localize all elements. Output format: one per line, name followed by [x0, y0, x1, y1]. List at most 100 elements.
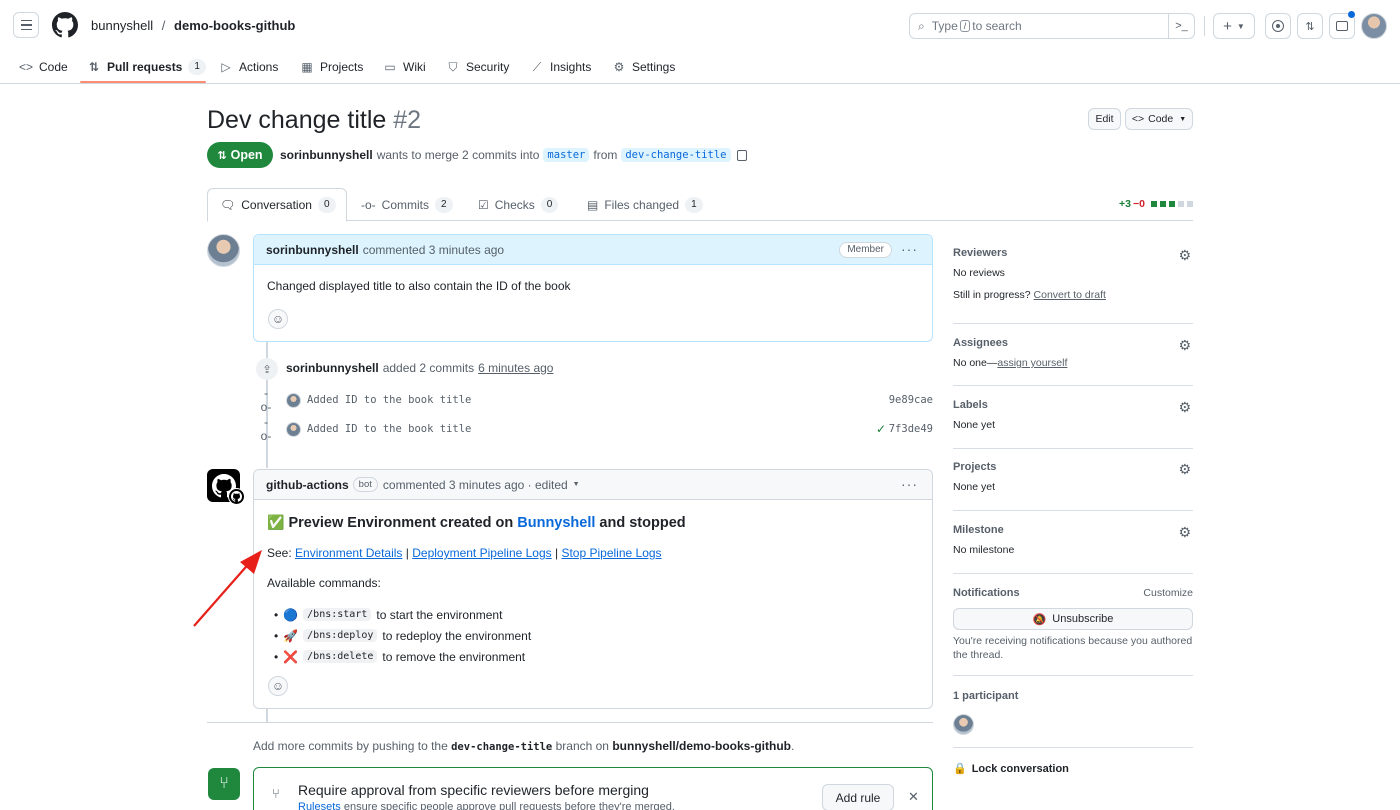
branch-name[interactable]: dev-change-title: [451, 741, 552, 753]
stop-pipeline-logs-link[interactable]: Stop Pipeline Logs: [561, 546, 661, 560]
gear-icon[interactable]: ⚙: [1178, 461, 1191, 478]
tab-commits[interactable]: -o- Commits 2: [361, 188, 453, 221]
base-branch[interactable]: master: [543, 148, 590, 162]
commit-message[interactable]: Added ID to the book title: [307, 423, 471, 435]
member-badge: Member: [839, 242, 892, 258]
create-new-button[interactable]: + ▼: [1213, 13, 1255, 39]
nav-pull-requests[interactable]: ⇅ Pull requests 1: [87, 50, 206, 84]
avatar[interactable]: [286, 421, 301, 437]
smiley-icon[interactable]: ☺: [268, 676, 288, 696]
repo-link[interactable]: bunnyshell/demo-books-github: [612, 739, 791, 753]
command-palette-icon[interactable]: >_: [1168, 14, 1194, 38]
comment-header: github-actions bot commented 3 minutes a…: [254, 470, 932, 500]
tab-checks[interactable]: ☑ Checks 0: [478, 188, 559, 221]
avatar[interactable]: [953, 714, 974, 735]
nav-code[interactable]: <> Code: [19, 50, 68, 84]
rocket-emoji-icon: 🚀: [283, 628, 299, 643]
gear-icon[interactable]: ⚙: [1178, 524, 1191, 541]
gear-icon[interactable]: ⚙: [1178, 247, 1191, 264]
head-branch[interactable]: dev-change-title: [621, 148, 731, 162]
kebab-horizontal-icon[interactable]: ···: [901, 241, 918, 257]
tab-files-changed[interactable]: ▤ Files changed 1: [587, 188, 703, 221]
copy-icon[interactable]: [736, 149, 747, 161]
close-icon[interactable]: ✕: [908, 789, 919, 805]
comment-author[interactable]: sorinbunnyshell: [266, 243, 359, 257]
nav-insights[interactable]: ⟋ Insights: [530, 50, 592, 84]
kebab-horizontal-icon[interactable]: ···: [901, 476, 918, 492]
edit-title-button[interactable]: Edit: [1088, 108, 1121, 130]
file-diff-icon: ▤: [587, 197, 599, 212]
diffstat: +3 −0: [1119, 198, 1193, 210]
event-time-link[interactable]: 6 minutes ago: [478, 361, 553, 375]
avatar[interactable]: [207, 234, 240, 267]
command-code: /bns:delete: [303, 650, 378, 663]
commands-list: • 🔵 /bns:start to start the environment …: [274, 604, 531, 667]
notifications-note: You're receiving notifications because y…: [953, 635, 1193, 661]
comment-author[interactable]: github-actions: [266, 478, 349, 492]
author-link[interactable]: sorinbunnyshell: [280, 148, 373, 162]
annotation-arrow-icon: [193, 550, 262, 627]
nav-settings[interactable]: ⚙ Settings: [612, 50, 676, 84]
sidebar-assignees: Assignees ⚙ No one—assign yourself: [953, 337, 1193, 386]
avatar[interactable]: [286, 392, 301, 408]
git-branch-icon: ⑂: [272, 786, 280, 801]
sidebar-participants: 1 participant: [953, 690, 1193, 748]
github-logo-icon[interactable]: [52, 12, 78, 38]
list-item: • 🔵 /bns:start to start the environment: [274, 607, 503, 622]
commit-sha[interactable]: 9e89cae: [889, 394, 933, 406]
diffstat-block: [1151, 201, 1157, 207]
bunnyshell-link[interactable]: Bunnyshell: [517, 515, 595, 531]
convert-to-draft-link[interactable]: Convert to draft: [1034, 289, 1106, 301]
pr-number: #2: [393, 106, 422, 134]
rulesets-link[interactable]: Rulesets: [298, 801, 341, 810]
gear-icon[interactable]: ⚙: [1178, 399, 1191, 416]
sidebar-milestone: Milestone ⚙ No milestone: [953, 524, 1193, 574]
lock-icon: 🔒: [953, 763, 967, 775]
gear-icon: ⚙: [613, 60, 625, 74]
deployment-pipeline-logs-link[interactable]: Deployment Pipeline Logs: [412, 546, 551, 560]
comment-meta[interactable]: commented 3 minutes ago: [363, 243, 504, 257]
checklist-icon: ☑: [478, 197, 489, 212]
customize-link[interactable]: Customize: [1143, 587, 1193, 599]
search-shortcut: /: [959, 20, 971, 32]
event-author[interactable]: sorinbunnyshell: [286, 361, 379, 375]
nav-actions[interactable]: ▷ Actions: [219, 50, 278, 84]
graph-icon: ⟋: [532, 59, 542, 74]
sidebar-labels: Labels ⚙ None yet: [953, 399, 1193, 449]
merge-box-title: Require approval from specific reviewers…: [298, 782, 649, 798]
user-avatar[interactable]: [1361, 13, 1387, 39]
smiley-icon[interactable]: ☺: [268, 309, 288, 329]
add-rule-button[interactable]: Add rule: [822, 784, 894, 810]
list-item: • ❌ /bns:delete to remove the environmen…: [274, 649, 526, 664]
tab-conversation[interactable]: 🗨 Conversation 0: [207, 188, 347, 222]
code-dropdown-button[interactable]: <> Code ▼: [1125, 108, 1193, 130]
git-commit-icon: -o-: [260, 386, 272, 414]
commit-row: -o- Added ID to the book title ✓ 7f3de49: [259, 415, 933, 443]
command-code: /bns:deploy: [303, 629, 378, 642]
github-logo-icon: [231, 491, 242, 502]
lock-conversation-button[interactable]: 🔒 Lock conversation: [953, 762, 1069, 776]
owner-link[interactable]: bunnyshell: [91, 18, 153, 33]
nav-projects[interactable]: ▦ Projects: [300, 50, 363, 84]
comment-meta[interactable]: commented 3 minutes ago · edited: [383, 478, 568, 492]
commit-message[interactable]: Added ID to the book title: [307, 394, 471, 406]
comment-header: sorinbunnyshell commented 3 minutes ago …: [254, 235, 932, 265]
issues-button[interactable]: [1265, 13, 1291, 39]
chevron-down-icon[interactable]: ▼: [573, 481, 580, 488]
header-divider: [1204, 16, 1205, 36]
environment-details-link[interactable]: Environment Details: [295, 546, 402, 560]
timeline-divider: [207, 722, 933, 723]
nav-wiki[interactable]: ▭ Wiki: [383, 50, 425, 84]
repo-link[interactable]: demo-books-github: [174, 18, 295, 33]
timeline-line: [266, 709, 268, 722]
sidebar-projects: Projects ⚙ None yet: [953, 461, 1193, 511]
search-input[interactable]: ⌕ Type / to search >_: [909, 13, 1195, 39]
nav-security[interactable]: ⛉ Security: [446, 50, 509, 84]
check-icon[interactable]: ✓: [876, 422, 886, 436]
menu-button[interactable]: [13, 12, 39, 38]
unsubscribe-button[interactable]: 🔕 Unsubscribe: [953, 608, 1193, 630]
pull-requests-button[interactable]: ⇅: [1297, 13, 1323, 39]
assign-yourself-link[interactable]: assign yourself: [997, 357, 1067, 369]
gear-icon[interactable]: ⚙: [1178, 337, 1191, 354]
commit-sha[interactable]: 7f3de49: [889, 423, 933, 435]
